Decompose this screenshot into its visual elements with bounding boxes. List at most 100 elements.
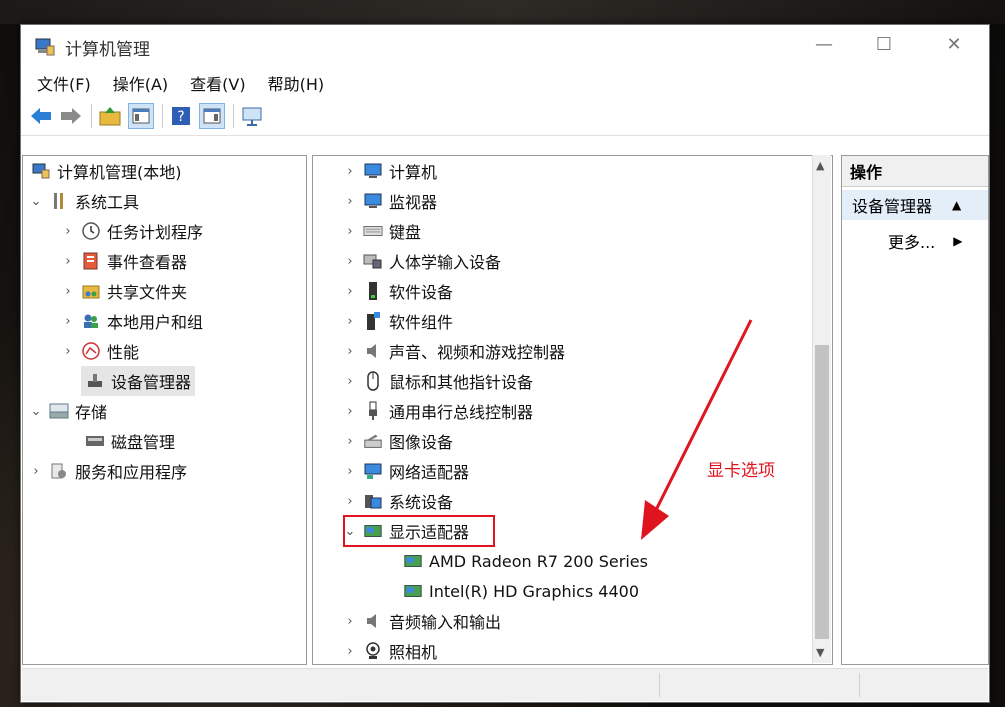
chevron-right-icon[interactable]: › [29, 464, 43, 479]
maximize-button[interactable]: ☐ [861, 25, 907, 63]
scrollbar-thumb[interactable] [815, 345, 829, 639]
device-row-computer[interactable]: › 计算机 [343, 156, 437, 186]
chevron-right-icon[interactable]: › [61, 314, 75, 329]
toolbar: ? [21, 97, 989, 136]
tree-services[interactable]: › 服务和应用程序 [29, 456, 187, 486]
device-row-imaging[interactable]: › 图像设备 [343, 426, 453, 456]
back-icon[interactable] [29, 104, 53, 128]
device-label: 键盘 [389, 223, 422, 242]
device-row-audio-io[interactable]: › 音频输入和输出 [343, 606, 501, 636]
system-device-icon [363, 491, 383, 511]
camera-icon [363, 641, 383, 661]
services-icon [49, 461, 69, 481]
device-list-scrollbar[interactable]: ▲ ▼ [812, 155, 831, 663]
chevron-right-icon[interactable]: › [343, 464, 357, 479]
menu-help[interactable]: 帮助(H) [268, 71, 325, 95]
device-row-software-devices[interactable]: › 软件设备 [343, 276, 453, 306]
chevron-right-icon[interactable]: › [61, 344, 75, 359]
computer-icon [363, 161, 383, 181]
tree-item-disk-management[interactable]: 磁盘管理 [79, 426, 175, 456]
chevron-right-icon[interactable]: › [343, 164, 357, 179]
chevron-right-icon[interactable]: › [343, 494, 357, 509]
chevron-right-icon[interactable]: › [343, 254, 357, 269]
menu-file[interactable]: 文件(F) [37, 71, 91, 95]
device-row-camera[interactable]: › 照相机 [343, 636, 437, 664]
device-row-keyboard[interactable]: › 键盘 [343, 216, 421, 246]
menu-bar: 文件(F) 操作(A) 查看(V) 帮助(H) [21, 69, 989, 97]
storage-icon [49, 401, 69, 421]
display-adapter-icon [403, 551, 423, 571]
device-row-monitor[interactable]: › 监视器 [343, 186, 437, 216]
device-row-sound[interactable]: › 声音、视频和游戏控制器 [343, 336, 565, 366]
chevron-down-icon[interactable]: ⌄ [29, 194, 43, 209]
chevron-right-icon[interactable]: › [61, 224, 75, 239]
performance-icon [81, 341, 101, 361]
help-icon[interactable]: ? [169, 104, 193, 128]
menu-action[interactable]: 操作(A) [113, 71, 168, 95]
close-button[interactable]: ✕ [931, 25, 977, 63]
chevron-right-icon[interactable]: › [343, 344, 357, 359]
chevron-right-icon[interactable]: › [343, 404, 357, 419]
forward-icon[interactable] [59, 104, 83, 128]
menu-view[interactable]: 查看(V) [190, 71, 245, 95]
device-row-network[interactable]: › 网络适配器 [343, 456, 469, 486]
up-folder-icon[interactable] [98, 104, 122, 128]
device-label: 软件组件 [389, 313, 454, 332]
show-action-pane-icon[interactable] [199, 103, 225, 129]
toolbar-separator [91, 104, 92, 128]
chevron-right-icon[interactable]: › [61, 284, 75, 299]
network-adapter-icon [363, 461, 383, 481]
actions-section[interactable]: 设备管理器 ▲ [842, 190, 988, 220]
device-row-mouse[interactable]: › 鼠标和其他指针设备 [343, 366, 533, 396]
monitor-icon [363, 191, 383, 211]
computer-management-icon [35, 38, 55, 56]
imaging-device-icon [363, 431, 383, 451]
chevron-right-icon[interactable]: › [343, 314, 357, 329]
device-row-usb[interactable]: › 通用串行总线控制器 [343, 396, 533, 426]
collapse-icon[interactable]: ▲ [952, 198, 961, 212]
console-icon[interactable] [240, 104, 264, 128]
display-adapter-amd[interactable]: AMD Radeon R7 200 Series [397, 546, 648, 576]
chevron-right-icon[interactable]: › [343, 434, 357, 449]
chevron-right-icon[interactable]: › [343, 374, 357, 389]
actions-more[interactable]: 更多... ▶ [888, 226, 963, 256]
computer-management-window: 计算机管理 — ☐ ✕ 文件(F) 操作(A) 查看(V) 帮助(H) ? 计算… [20, 24, 990, 703]
tree-item-selected[interactable]: 设备管理器 [81, 366, 196, 396]
desktop-background [0, 0, 1005, 24]
device-label: 计算机 [389, 163, 438, 182]
annotation-arrow [641, 319, 753, 540]
tree-storage[interactable]: ⌄ 存储 [29, 396, 107, 426]
minimize-button[interactable]: — [801, 25, 847, 63]
tree-item-event-viewer[interactable]: › 事件查看器 [61, 246, 187, 276]
show-tree-icon[interactable] [128, 103, 154, 129]
display-adapter-intel[interactable]: Intel(R) HD Graphics 4400 [397, 576, 639, 606]
status-divider [859, 673, 860, 697]
scroll-up-icon[interactable]: ▲ [816, 159, 824, 172]
tree-item-label: 本地用户和组 [107, 313, 204, 332]
device-manager-icon [85, 371, 105, 391]
tree-item-label: 设备管理器 [111, 373, 192, 392]
tree-system-tools[interactable]: ⌄ 系统工具 [29, 186, 139, 216]
device-row-software-components[interactable]: › 软件组件 [343, 306, 453, 336]
device-row-hid[interactable]: › 人体学输入设备 [343, 246, 501, 276]
chevron-right-icon[interactable]: › [343, 284, 357, 299]
tree-item-performance[interactable]: › 性能 [61, 336, 139, 366]
annotation-label: 显卡选项 [707, 461, 775, 481]
chevron-right-icon[interactable]: › [343, 224, 357, 239]
tree-item-label: 任务计划程序 [107, 223, 204, 242]
chevron-down-icon[interactable]: ⌄ [29, 404, 43, 419]
chevron-right-icon[interactable]: › [343, 194, 357, 209]
chevron-right-icon[interactable]: › [61, 254, 75, 269]
tree-item-label: 共享文件夹 [107, 283, 188, 302]
tree-item-shared-folders[interactable]: › 共享文件夹 [61, 276, 187, 306]
tree-item-task-scheduler[interactable]: › 任务计划程序 [61, 216, 203, 246]
chevron-right-icon[interactable]: › [343, 644, 357, 659]
display-adapter-icon [403, 581, 423, 601]
tree-item-device-manager[interactable]: 设备管理器 [81, 366, 196, 396]
device-row-system[interactable]: › 系统设备 [343, 486, 453, 516]
chevron-right-icon[interactable]: › [343, 614, 357, 629]
adapter-label: Intel(R) HD Graphics 4400 [429, 581, 640, 601]
scroll-down-icon[interactable]: ▼ [816, 646, 824, 659]
tree-item-local-users[interactable]: › 本地用户和组 [61, 306, 203, 336]
tree-root[interactable]: 计算机管理(本地) [29, 156, 182, 186]
